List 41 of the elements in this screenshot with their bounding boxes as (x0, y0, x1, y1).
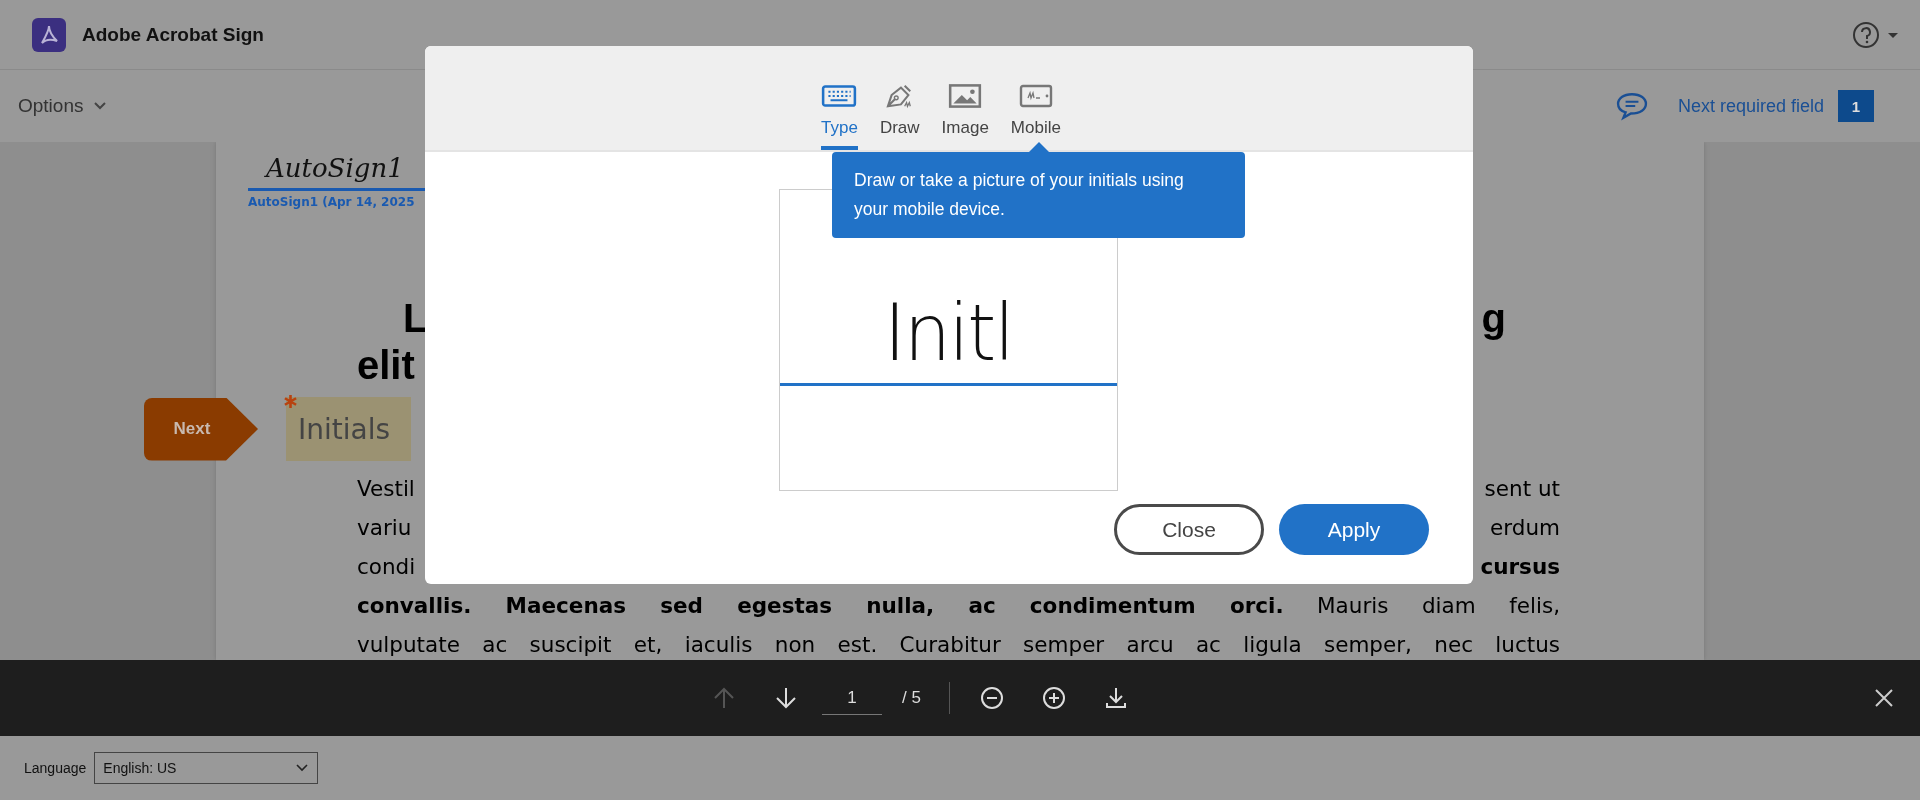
paragraph-line: convallis. Maecenas sed egestas nulla, ac condimentum orci. Mauris diam felis, (357, 592, 1560, 620)
download-icon[interactable] (1103, 686, 1128, 710)
tablet-icon (1017, 82, 1054, 110)
paragraph-text: variu (357, 514, 412, 542)
heading-text: g (1481, 295, 1506, 342)
logo-icon (32, 17, 66, 52)
page-number-field[interactable]: 1 (822, 681, 882, 715)
signature-method-tab[interactable]: Mobile (1010, 82, 1061, 150)
help-icon[interactable] (1852, 20, 1900, 49)
heading-text: L (403, 295, 428, 342)
zoom-out-icon[interactable] (979, 686, 1004, 710)
signature-method-tab[interactable]: Image (941, 82, 989, 150)
image-icon (947, 82, 984, 110)
down-arrow-icon[interactable] (774, 686, 798, 710)
zoom-in-icon[interactable] (1041, 686, 1066, 710)
required-count-badge: 1 (1838, 90, 1874, 122)
paragraph-text: erdum (1490, 514, 1560, 542)
page-total: / 5 (902, 688, 921, 708)
signature-method-tab[interactable]: Draw (879, 82, 920, 150)
chevron-down-icon (93, 101, 108, 111)
close-icon[interactable] (1874, 688, 1894, 708)
initials-field[interactable]: Initials (286, 397, 411, 461)
paragraph-text: Vestil (357, 475, 415, 503)
typed-initials: Initl (884, 286, 1013, 381)
language-select[interactable]: English: US (94, 752, 319, 784)
keyboard-icon (821, 82, 858, 110)
paragraph-line: vulputate ac suscipit et, iaculis non est. Curabitur semper arcu ac ligula semper, nec luctus (357, 631, 1560, 659)
chevron-down-icon (295, 763, 310, 773)
heading-text: elit (357, 342, 415, 389)
next-button[interactable]: Next (144, 397, 258, 461)
paragraph-text: sent ut (1484, 475, 1560, 503)
app-title: Adobe Acrobat Sign (82, 23, 264, 46)
signature-method-tab[interactable]: Type (821, 82, 858, 150)
close-button[interactable]: Close (1114, 504, 1264, 555)
paragraph-text: condi (357, 553, 416, 581)
apply-button[interactable]: Apply (1279, 504, 1429, 555)
paragraph-text: cursus (1480, 553, 1560, 581)
language-label: Language (24, 760, 87, 776)
signature-caption: AutoSign1 (Apr 14, 2025 (248, 195, 416, 209)
tooltip: Draw or take a picture of your initials using your mobile device. (832, 152, 1245, 238)
options-menu[interactable]: Options (18, 95, 108, 117)
